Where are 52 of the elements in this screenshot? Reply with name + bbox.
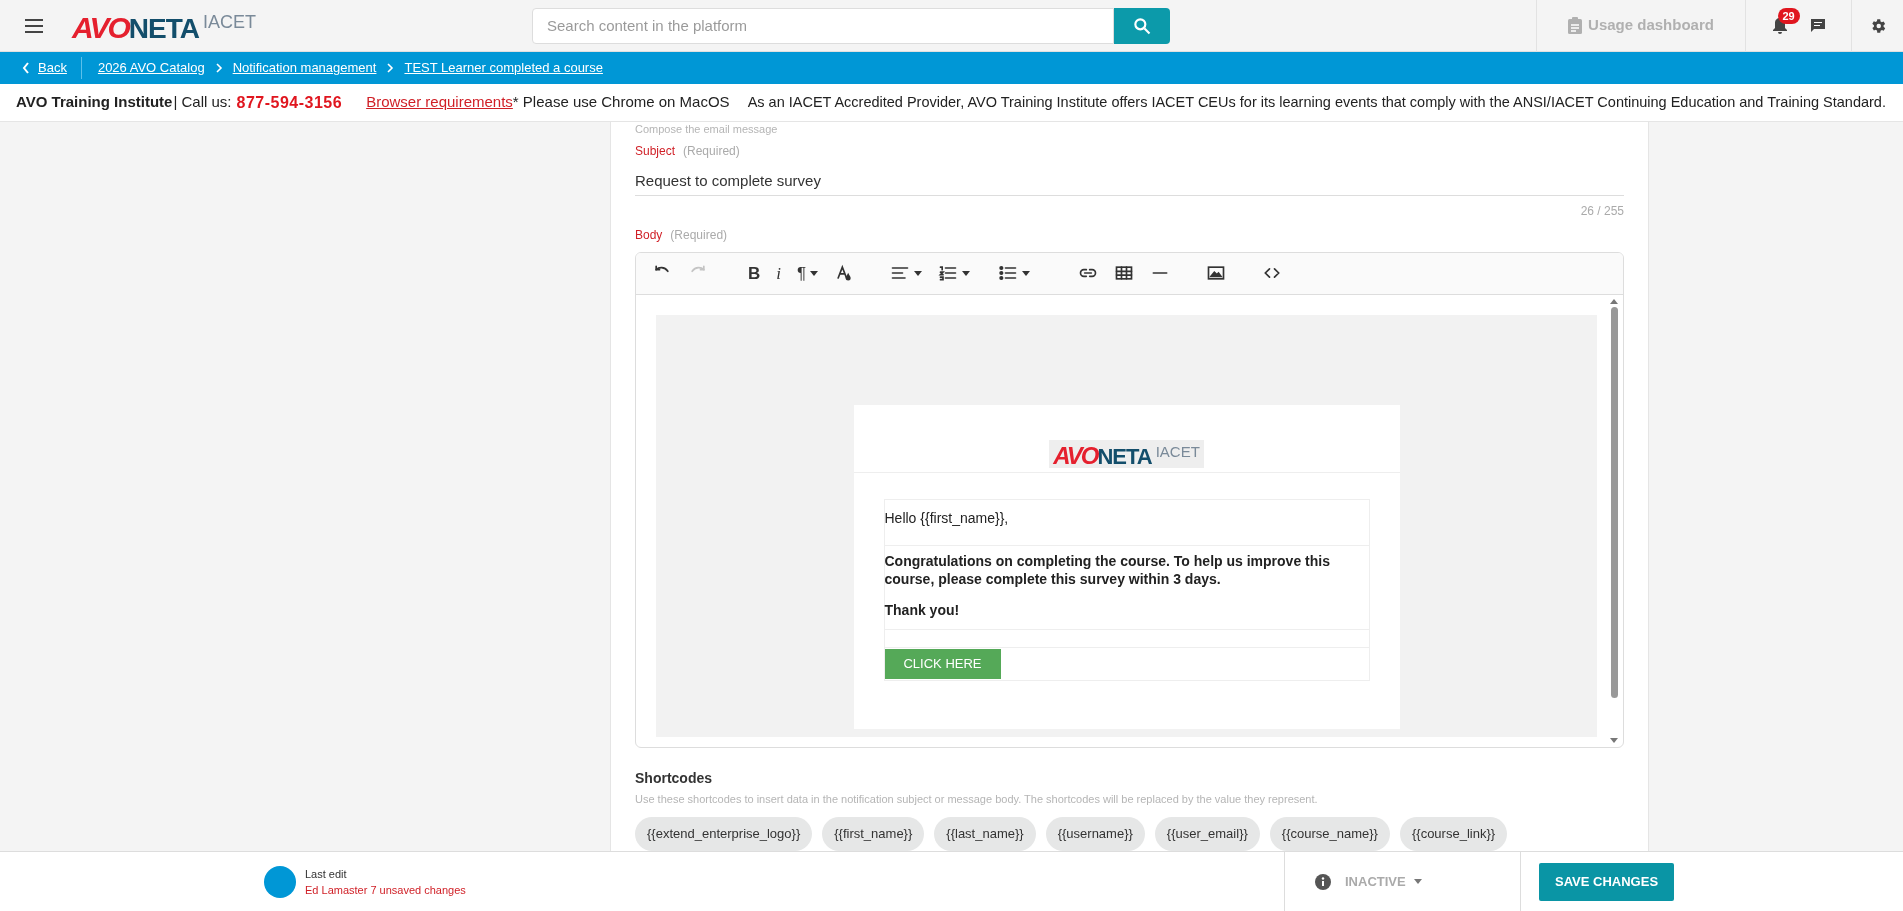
shortcode-chip[interactable]: {{first_name}} xyxy=(822,817,925,851)
required-note: (Required) xyxy=(683,143,740,160)
field-label: Subject xyxy=(635,143,676,160)
chat-icon[interactable] xyxy=(1809,18,1826,33)
caret-icon xyxy=(1413,879,1422,884)
paragraph-button[interactable]: ¶ xyxy=(797,264,807,282)
chevron-icon xyxy=(386,63,395,73)
avatar xyxy=(264,865,296,898)
numbered-list-icon[interactable] xyxy=(938,263,959,284)
call-us-label: | Call us: xyxy=(173,92,232,113)
character-counter: 26 / 255 xyxy=(1580,202,1624,220)
required-note: (Required) xyxy=(670,226,728,244)
scroll-down-icon[interactable] xyxy=(1610,737,1618,743)
last-edit-label: Last edit xyxy=(305,866,348,882)
italic-button[interactable]: i xyxy=(776,264,781,282)
accreditation-text: As an IACET Accredited Provider, AVO Training Institute offers IACET CEUs for its learning events that comply with the ANSI/IACET Continuing Education and Training Standard. xyxy=(747,92,1886,112)
caret-icon[interactable] xyxy=(962,270,971,276)
search-field[interactable]: Search content in the platform xyxy=(531,7,1114,44)
bold-button[interactable]: B xyxy=(748,264,761,282)
institute-name: AVO Training Institute xyxy=(16,92,173,113)
clipboard-icon xyxy=(1568,17,1583,34)
search-button[interactable] xyxy=(1113,7,1170,44)
field-label: Body xyxy=(635,226,663,244)
shortcode-chip[interactable]: {{course_name}} xyxy=(1269,817,1390,851)
subject-field[interactable]: Request to complete survey xyxy=(635,166,1624,196)
scroll-up-icon[interactable] xyxy=(1610,298,1618,304)
shortcodes-description: Use these shortcodes to insert data in the notification subject or message body. The shortcodes will be replaced by the value they represent. xyxy=(635,791,1319,807)
phone-number: 877-594-3156 xyxy=(236,92,343,113)
browser-note: * Please use Chrome on MacOS xyxy=(512,92,730,113)
thanks-text: Thank you! xyxy=(884,600,961,620)
caret-icon[interactable] xyxy=(914,270,923,276)
scrollbar-thumb[interactable] xyxy=(1610,306,1618,698)
shortcode-chip[interactable]: {{course_link}} xyxy=(1399,817,1508,851)
shortcode-chip[interactable]: {{user_email}} xyxy=(1154,817,1260,851)
menu-icon[interactable] xyxy=(24,17,44,34)
shortcode-chip[interactable]: {{extend_enterprise_logo}} xyxy=(635,817,813,851)
chevron-icon xyxy=(214,63,223,73)
section-hint: Compose the email message xyxy=(635,122,779,136)
caret-icon[interactable] xyxy=(1022,270,1031,276)
browser-requirements-link[interactable]: Browser requirements xyxy=(366,91,513,114)
message-text: Congratulations on completing the course. To help us improve this course, please complete this survey within 3 days. xyxy=(884,551,1331,588)
notification-badge: 29 xyxy=(1777,7,1800,24)
caret-icon[interactable] xyxy=(810,270,819,276)
chevron-left-icon xyxy=(22,62,30,74)
shortcode-chip[interactable]: {{username}} xyxy=(1045,817,1145,851)
save-changes-button[interactable]: SAVE CHANGES xyxy=(1539,862,1675,901)
info-icon xyxy=(1315,873,1331,890)
search-icon xyxy=(1131,15,1152,36)
last-edit-detail: Ed Lamaster 7 unsaved changes xyxy=(305,882,466,898)
shortcodes-title: Shortcodes xyxy=(635,768,713,788)
greeting-text: Hello {{first_name}}, xyxy=(884,509,1009,526)
shortcode-chip[interactable]: {{last_name}} xyxy=(934,817,1036,851)
